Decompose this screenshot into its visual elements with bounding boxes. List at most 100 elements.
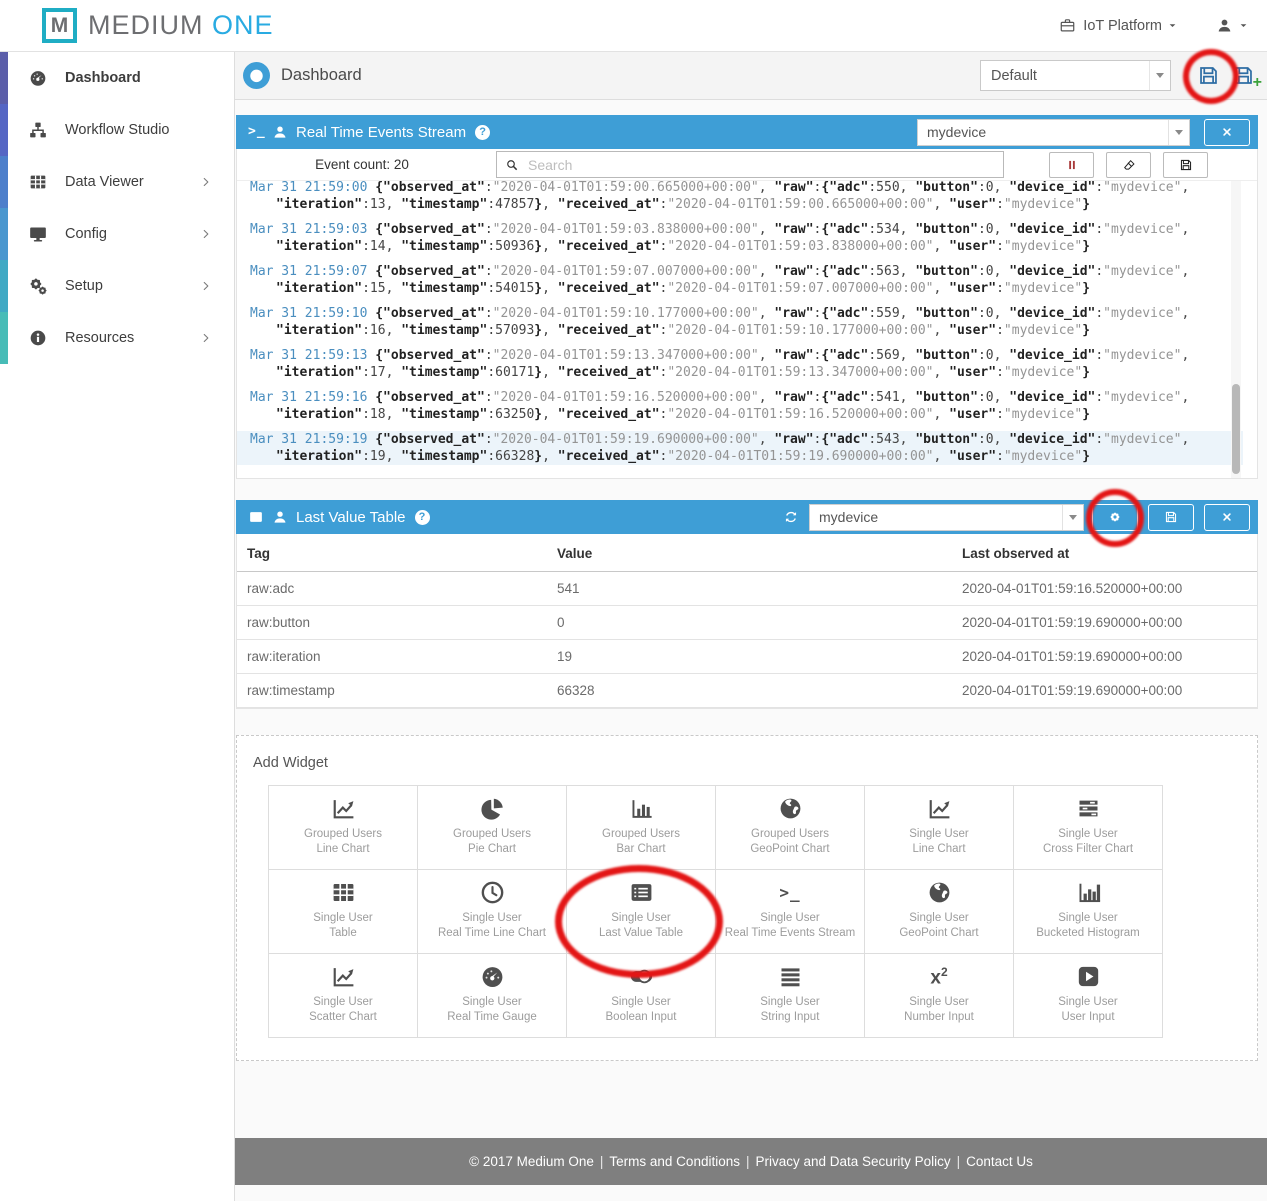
sidebar-item-data-viewer[interactable]: Data Viewer [0, 156, 234, 208]
log-token: 534 [876, 222, 899, 237]
platform-menu-label[interactable]: IoT Platform [1083, 18, 1162, 34]
log-token: : [487, 365, 495, 380]
table-row-raw-iteration: raw:iteration192020-04-01T01:59:19.69000… [237, 640, 1257, 674]
events-device-caret[interactable] [1168, 120, 1189, 145]
widget-label-line1: Single User [760, 911, 819, 926]
widget-tile-single-user-last-value-table[interactable]: Single UserLast Value Table [567, 870, 716, 954]
help-icon[interactable]: ? [415, 510, 430, 525]
clear-stream-button[interactable] [1106, 152, 1151, 178]
widget-tile-grouped-users-bar-chart[interactable]: Grouped UsersBar Chart [567, 786, 716, 870]
sidebar-item-label: Workflow Studio [65, 122, 170, 138]
save-stream-button[interactable] [1163, 152, 1208, 178]
log-token: {"adc" [821, 348, 868, 363]
widget-tile-grouped-users-line-chart[interactable]: Grouped UsersLine Chart [269, 786, 418, 870]
log-token: , [1181, 222, 1189, 237]
log-token: : [487, 197, 495, 212]
footer-link-contact-us[interactable]: Contact Us [966, 1154, 1033, 1169]
save-dashboard-button[interactable] [1197, 64, 1220, 87]
pause-stream-button[interactable] [1049, 152, 1094, 178]
events-device-input[interactable] [918, 120, 1168, 145]
log-token: "2020-04-01T01:59:16.520000+00:00" [493, 390, 759, 405]
log-token: 14 [370, 239, 386, 254]
events-search-input[interactable] [526, 156, 995, 174]
config-monitor-icon [28, 224, 48, 244]
lvt-device-input[interactable] [810, 505, 1062, 530]
widget-tile-single-user-number-input[interactable]: x2Single UserNumber Input [865, 954, 1014, 1038]
caret-down-icon[interactable] [1167, 20, 1178, 31]
log-token: "received_at" [558, 449, 660, 464]
widget-tile-single-user-cross-filter-chart[interactable]: Single UserCross Filter Chart [1014, 786, 1163, 870]
log-token: "2020-04-01T01:59:13.347000+00:00" [493, 348, 759, 363]
events-scrollbar-thumb[interactable] [1232, 384, 1240, 474]
sidebar-item-setup[interactable]: Setup [0, 260, 234, 312]
log-token: , [386, 197, 402, 212]
widget-tile-single-user-user-input[interactable]: Single UserUser Input [1014, 954, 1163, 1038]
widget-tile-single-user-real-time-gauge[interactable]: Single UserReal Time Gauge [418, 954, 567, 1038]
log-token: : [868, 181, 876, 195]
log-token: , [542, 323, 558, 338]
log-token: 569 [876, 348, 899, 363]
log-token: "device_id" [1009, 432, 1095, 447]
widget-tile-grouped-users-pie-chart[interactable]: Grouped UsersPie Chart [418, 786, 567, 870]
copyright-text: © 2017 Medium One [469, 1154, 594, 1169]
sidebar-item-resources[interactable]: Resources [0, 312, 234, 364]
log-token: "user" [949, 197, 996, 212]
sidebar-item-dashboard[interactable]: Dashboard [0, 52, 234, 104]
event-time: Mar 31 21:59:19 [250, 432, 367, 447]
dashboard-name-input[interactable] [981, 61, 1149, 90]
widget-tile-single-user-line-chart[interactable]: Single UserLine Chart [865, 786, 1014, 870]
widget-tile-single-user-boolean-input[interactable]: Single UserBoolean Input [567, 954, 716, 1038]
dashboard-gauge-badge [243, 62, 270, 89]
last-value-table-title: Last Value Table [296, 509, 406, 526]
dashboard-name-select [980, 60, 1171, 91]
log-token: } [1082, 197, 1090, 212]
widget-label-line1: Single User [909, 995, 968, 1010]
log-token: , [1181, 390, 1189, 405]
widget-tile-grouped-users-geopoint-chart[interactable]: Grouped UsersGeoPoint Chart [716, 786, 865, 870]
save-as-new-dashboard-button[interactable]: + [1232, 64, 1255, 87]
cell-value: 0 [547, 606, 952, 640]
log-token: : [868, 306, 876, 321]
log-token: 57093 [495, 323, 534, 338]
events-close-button[interactable] [1204, 119, 1250, 146]
log-token: "raw" [774, 264, 813, 279]
last-value-table-header: Last Value Table ? [236, 500, 1258, 534]
widget-tile-single-user-real-time-events-stream[interactable]: >_Single UserReal Time Events Stream [716, 870, 865, 954]
sidebar-item-workflow-studio[interactable]: Workflow Studio [0, 104, 234, 156]
pie-chart-icon [479, 795, 506, 822]
widget-tile-single-user-table[interactable]: Single UserTable [269, 870, 418, 954]
log-token: : [996, 281, 1004, 296]
widget-tile-single-user-string-input[interactable]: Single UserString Input [716, 954, 865, 1038]
cell-last_observed_at: 2020-04-01T01:59:19.690000+00:00 [952, 606, 1257, 640]
events-stream-header: >_ Real Time Events Stream ? [236, 115, 1258, 149]
bar-chart-icon [628, 795, 655, 822]
log-token: , [542, 449, 558, 464]
log-token: , [1181, 348, 1189, 363]
user-input-play-icon [1075, 963, 1102, 990]
footer-link-privacy-and-data-security-policy[interactable]: Privacy and Data Security Policy [756, 1154, 951, 1169]
log-token: : [868, 390, 876, 405]
widget-label-line2: Boolean Input [606, 1010, 677, 1025]
lvt-save-button[interactable] [1148, 504, 1194, 531]
dashboard-name-caret[interactable] [1149, 61, 1170, 90]
footer-link-terms-and-conditions[interactable]: Terms and Conditions [609, 1154, 740, 1169]
sidebar-item-config[interactable]: Config [0, 208, 234, 260]
widget-tile-single-user-bucketed-histogram[interactable]: Single UserBucketed Histogram [1014, 870, 1163, 954]
log-token: , [900, 264, 916, 279]
widget-tile-single-user-geopoint-chart[interactable]: Single UserGeoPoint Chart [865, 870, 1014, 954]
refresh-icon[interactable] [783, 509, 799, 525]
log-token: "timestamp" [401, 197, 487, 212]
log-token: 66328 [495, 449, 534, 464]
widget-tile-single-user-real-time-line-chart[interactable]: Single UserReal Time Line Chart [418, 870, 567, 954]
terminal-icon: >_ [248, 124, 264, 140]
user-menu[interactable] [1216, 17, 1249, 34]
widget-tile-single-user-scatter-chart[interactable]: Single UserScatter Chart [269, 954, 418, 1038]
sidebar-accent-bar [0, 260, 8, 312]
cell-last_observed_at: 2020-04-01T01:59:19.690000+00:00 [952, 674, 1257, 708]
help-icon[interactable]: ? [475, 125, 490, 140]
log-token: , [386, 449, 402, 464]
lvt-device-caret[interactable] [1062, 505, 1083, 530]
lvt-close-button[interactable] [1204, 504, 1250, 531]
lvt-settings-button[interactable] [1092, 504, 1138, 531]
log-token: 50936 [495, 239, 534, 254]
